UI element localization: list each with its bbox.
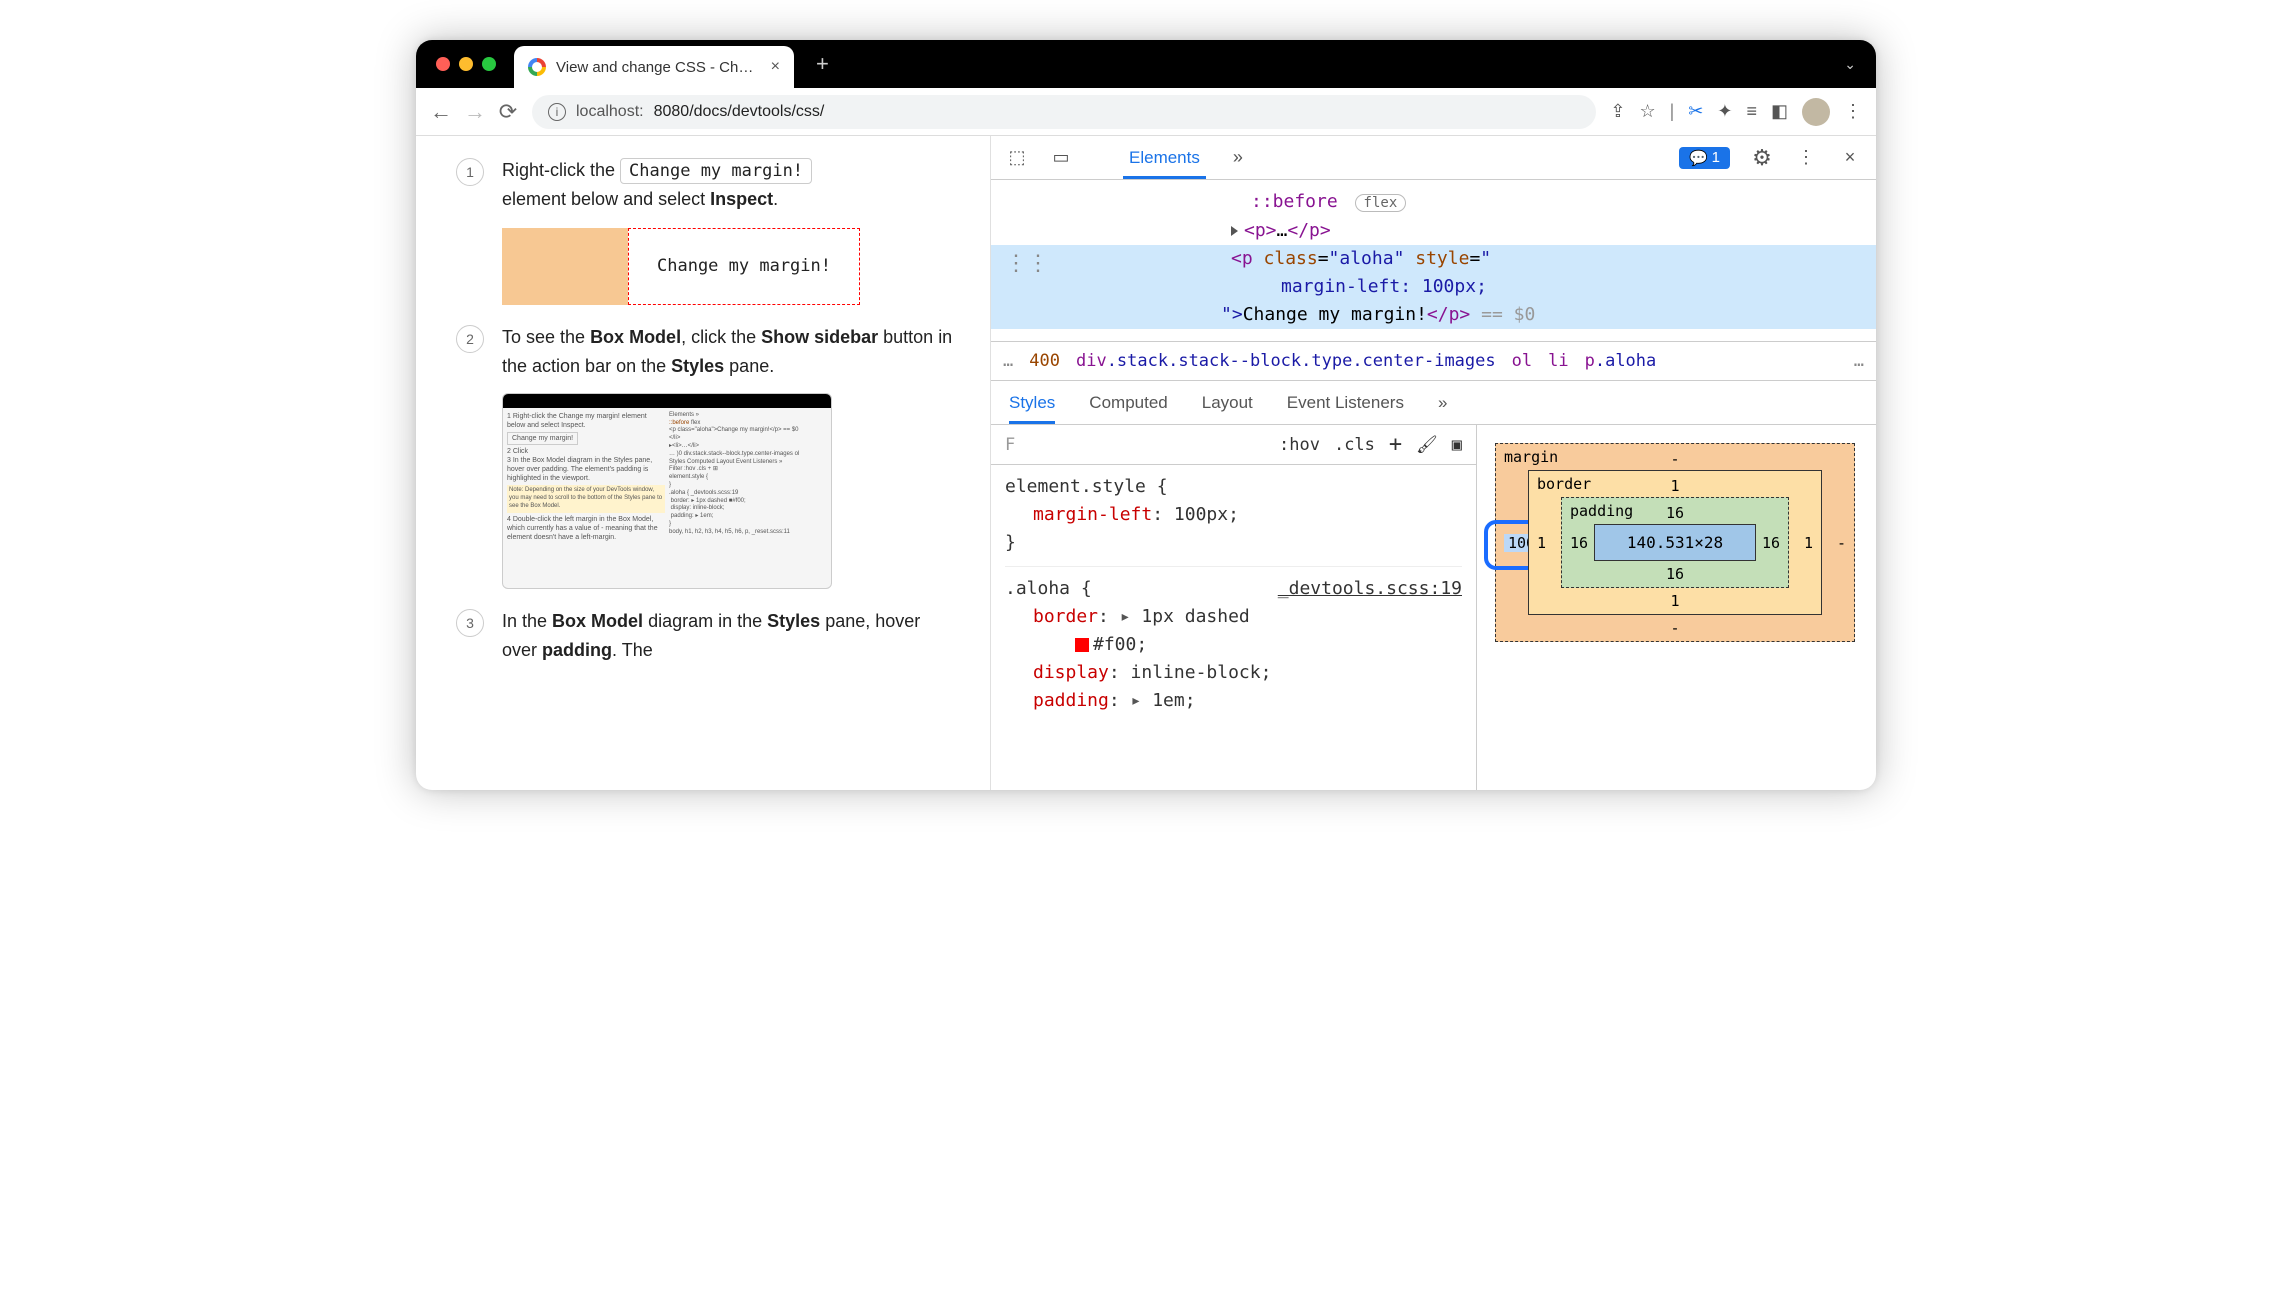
toolbar-icons: ⇪ ☆ | ✂ ✦ ≡ ◧ ⋮: [1610, 98, 1862, 126]
filter-input[interactable]: F: [1005, 435, 1015, 455]
devtools-panel: ⬚ ▭ Elements » 💬 1 ⚙ ⋮ × ⋮⋮ ::before fle…: [991, 136, 1876, 790]
bold-term: Inspect: [710, 189, 773, 209]
step-2: 2 To see the Box Model, click the Show s…: [456, 323, 960, 589]
box-model-pane: margin - - 100 - border 1 1 1 1: [1476, 425, 1876, 790]
breadcrumb-ellipsis[interactable]: …: [1003, 351, 1013, 371]
url-bar: ← → ⟳ i localhost: 8080/docs/devtools/css…: [416, 88, 1876, 136]
screenshot-thumb: 1 Right-click the Change my margin! elem…: [502, 393, 832, 589]
step-number: 1: [456, 158, 484, 186]
step-number: 3: [456, 609, 484, 637]
menu-icon[interactable]: ⋮: [1844, 101, 1862, 122]
source-link[interactable]: _devtools.scss:19: [1278, 575, 1462, 603]
breadcrumb-trail[interactable]: … 400 div.stack.stack--block.type.center…: [991, 341, 1876, 381]
elements-tab[interactable]: Elements: [1123, 138, 1206, 178]
back-button[interactable]: ←: [430, 99, 450, 125]
minimize-window-button[interactable]: [459, 57, 473, 71]
scissors-icon[interactable]: ✂: [1688, 101, 1703, 122]
styles-body: F :hov .cls + 🖌 ▣ element.style { margin…: [991, 425, 1876, 790]
breadcrumb-ellipsis[interactable]: …: [1854, 351, 1864, 371]
side-panel-icon[interactable]: ◧: [1771, 101, 1788, 122]
new-tab-button[interactable]: +: [816, 51, 829, 77]
margin-layer[interactable]: margin - - 100 - border 1 1 1 1: [1495, 443, 1855, 642]
expand-icon[interactable]: [1231, 226, 1238, 236]
cls-toggle[interactable]: .cls: [1334, 435, 1375, 455]
styles-filter-bar: F :hov .cls + 🖌 ▣: [991, 425, 1476, 465]
margin-highlight: Change my margin!: [502, 228, 860, 305]
box-model-diagram[interactable]: margin - - 100 - border 1 1 1 1: [1495, 443, 1855, 642]
styles-rules-pane: F :hov .cls + 🖌 ▣ element.style { margin…: [991, 425, 1476, 790]
close-devtools-icon[interactable]: ×: [1838, 147, 1862, 168]
devtools-toolbar: ⬚ ▭ Elements » 💬 1 ⚙ ⋮ ×: [991, 136, 1876, 180]
titlebar: View and change CSS - Chrom × + ⌄: [416, 40, 1876, 88]
selected-element[interactable]: <p class="aloha" style=": [991, 245, 1876, 273]
drag-handle-icon[interactable]: ⋮⋮: [1005, 250, 1049, 278]
pseudo-element[interactable]: ::before: [1251, 191, 1338, 212]
content-dimensions[interactable]: 140.531×28: [1594, 524, 1756, 561]
styles-tab[interactable]: Styles: [1009, 383, 1055, 423]
omnibox[interactable]: i localhost: 8080/docs/devtools/css/: [532, 95, 1596, 129]
profile-avatar[interactable]: [1802, 98, 1830, 126]
content-area: 1 Right-click the Change my margin! elem…: [416, 136, 1876, 790]
kebab-icon[interactable]: ⋮: [1794, 147, 1818, 168]
sidebar-toggle-icon[interactable]: ▣: [1452, 435, 1462, 455]
dom-tree[interactable]: ⋮⋮ ::before flex <p>…</p> <p class="aloh…: [991, 180, 1876, 341]
selected-indicator: == $0: [1470, 304, 1535, 325]
flex-badge[interactable]: flex: [1355, 194, 1407, 212]
reload-button[interactable]: ⟳: [498, 99, 518, 125]
extensions-icon[interactable]: ✦: [1717, 101, 1732, 122]
browser-tab[interactable]: View and change CSS - Chrom ×: [514, 46, 794, 88]
chrome-favicon: [528, 58, 546, 76]
forward-button[interactable]: →: [464, 99, 484, 125]
breadcrumb-item[interactable]: li: [1548, 351, 1568, 371]
step-text: element below and select: [502, 189, 710, 209]
tabs-overflow-icon[interactable]: ⌄: [1844, 56, 1856, 73]
layout-tab[interactable]: Layout: [1202, 383, 1253, 423]
breadcrumb-item[interactable]: div.stack.stack--block.type.center-image…: [1076, 351, 1496, 371]
step-text: Right-click the: [502, 160, 620, 180]
url-host: localhost:: [576, 103, 644, 121]
event-listeners-tab[interactable]: Event Listeners: [1287, 383, 1404, 423]
breadcrumb-item[interactable]: p.aloha: [1585, 351, 1657, 371]
breadcrumb-item[interactable]: ol: [1512, 351, 1532, 371]
close-window-button[interactable]: [436, 57, 450, 71]
code-snippet: Change my margin!: [620, 158, 812, 184]
step-1: 1 Right-click the Change my margin! elem…: [456, 156, 960, 305]
inspect-icon[interactable]: ⬚: [1005, 147, 1029, 168]
url-path: 8080/docs/devtools/css/: [654, 103, 825, 121]
more-tabs-icon[interactable]: »: [1226, 147, 1250, 168]
demo-element[interactable]: Change my margin!: [628, 228, 860, 305]
padding-layer[interactable]: padding 16 16 16 16 140.531×28: [1561, 497, 1789, 588]
messages-badge[interactable]: 💬 1: [1679, 147, 1730, 169]
border-layer[interactable]: border 1 1 1 1 padding 16 16 16: [1528, 470, 1822, 615]
reading-list-icon[interactable]: ≡: [1746, 101, 1757, 122]
step-3: 3 In the Box Model diagram in the Styles…: [456, 607, 960, 665]
paint-icon[interactable]: 🖌: [1416, 435, 1438, 455]
more-tabs-icon[interactable]: »: [1438, 393, 1447, 413]
computed-tab[interactable]: Computed: [1089, 383, 1167, 423]
close-tab-icon[interactable]: ×: [771, 58, 780, 76]
device-toggle-icon[interactable]: ▭: [1049, 147, 1073, 168]
browser-window: View and change CSS - Chrom × + ⌄ ← → ⟳ …: [416, 40, 1876, 790]
site-info-icon[interactable]: i: [548, 103, 566, 121]
window-controls: [436, 57, 496, 71]
page-content: 1 Right-click the Change my margin! elem…: [416, 136, 991, 790]
tab-title: View and change CSS - Chrom: [556, 59, 756, 76]
hov-toggle[interactable]: :hov: [1279, 435, 1320, 455]
share-icon[interactable]: ⇪: [1610, 101, 1625, 122]
step-number: 2: [456, 325, 484, 353]
color-swatch[interactable]: [1075, 638, 1089, 652]
css-rules[interactable]: element.style { margin-left: 100px; } .a…: [991, 465, 1476, 723]
breadcrumb-item[interactable]: 400: [1029, 351, 1060, 371]
maximize-window-button[interactable]: [482, 57, 496, 71]
new-rule-button[interactable]: +: [1389, 432, 1402, 457]
bookmark-icon[interactable]: ☆: [1639, 101, 1655, 122]
settings-icon[interactable]: ⚙: [1750, 145, 1774, 171]
styles-tabstrip: Styles Computed Layout Event Listeners »: [991, 381, 1876, 425]
